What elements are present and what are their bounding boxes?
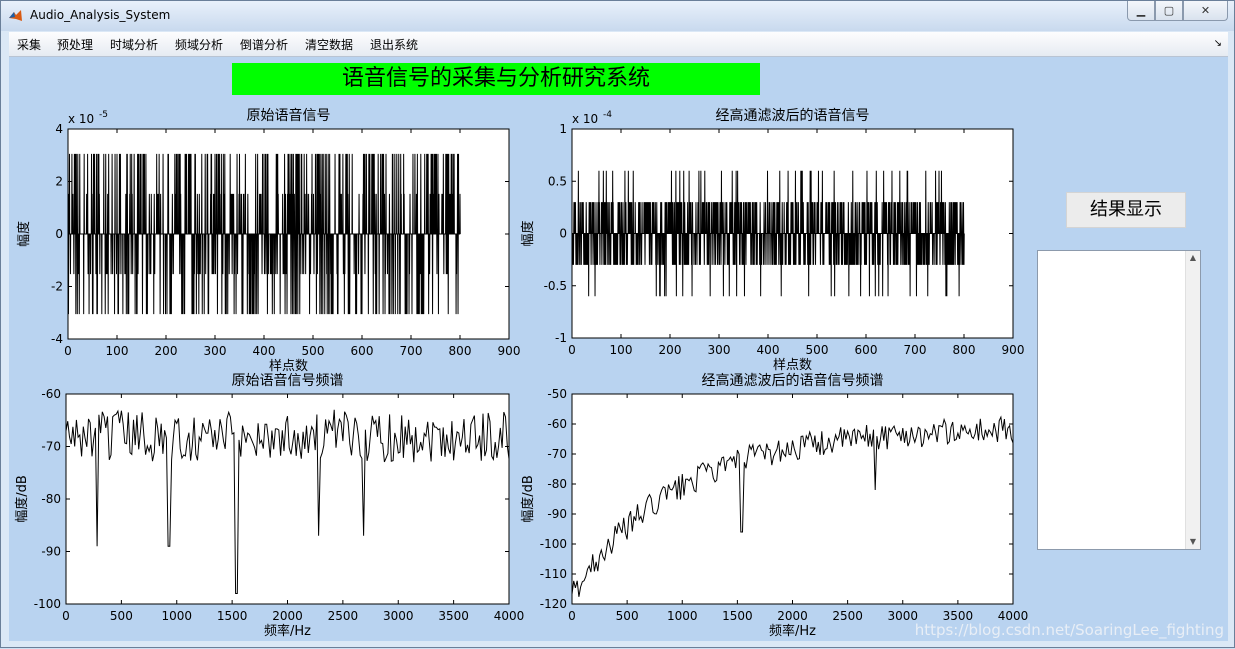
exponent-power-1: -4 bbox=[603, 110, 612, 120]
y-tick-label-1-0: -1 bbox=[555, 331, 567, 345]
chart-title-2: 原始语音信号频谱 bbox=[232, 372, 344, 389]
y-tick-label-0-4: 4 bbox=[55, 122, 63, 136]
plot-area-2 bbox=[65, 393, 510, 605]
x-tick-label-2-8: 4000 bbox=[494, 609, 525, 623]
y-axis-label-2: 幅度/dB bbox=[14, 475, 30, 523]
x-tick-label-2-0: 0 bbox=[62, 609, 70, 623]
x-tick-label-0-9: 900 bbox=[498, 344, 521, 358]
y-tick-label-3-7: -50 bbox=[547, 387, 567, 401]
x-tick-label-1-2: 200 bbox=[659, 343, 682, 357]
x-tick-label-0-7: 700 bbox=[400, 344, 423, 358]
y-tick-label-3-3: -90 bbox=[547, 507, 567, 521]
y-tick-label-3-5: -70 bbox=[547, 447, 567, 461]
chart-title-1: 经高通滤波后的语音信号 bbox=[716, 107, 870, 124]
x-tick-label-3-3: 1500 bbox=[722, 609, 753, 623]
y-tick-label-3-1: -110 bbox=[540, 567, 567, 581]
x-tick-label-2-1: 500 bbox=[110, 609, 133, 623]
x-tick-label-1-5: 500 bbox=[806, 343, 829, 357]
y-tick-label-1-4: 1 bbox=[559, 122, 567, 136]
exponent-power-0: -5 bbox=[99, 110, 108, 120]
y-tick-label-1-1: -0.5 bbox=[544, 279, 567, 293]
x-tick-label-0-6: 600 bbox=[351, 344, 374, 358]
y-tick-label-2-3: -70 bbox=[41, 440, 61, 454]
x-tick-label-0-8: 800 bbox=[449, 344, 472, 358]
x-tick-label-0-3: 300 bbox=[204, 344, 227, 358]
x-tick-label-2-7: 3500 bbox=[438, 609, 469, 623]
y-tick-label-1-2: 0 bbox=[559, 227, 567, 241]
y-axis-label-3: 幅度/dB bbox=[520, 475, 536, 523]
chart-title-0: 原始语音信号 bbox=[247, 107, 331, 124]
plots-canvas: 原始语音信号样点数幅度x 10 -50 100 200 300 400 500 600 700 8… bbox=[14, 107, 1028, 639]
exponent-label-0: x 10 bbox=[68, 112, 94, 126]
x-tick-label-1-9: 900 bbox=[1002, 343, 1025, 357]
chart-title-3: 经高通滤波后的语音信号频谱 bbox=[702, 372, 884, 389]
exponent-label-1: x 10 bbox=[572, 112, 598, 126]
x-tick-label-1-7: 700 bbox=[904, 343, 927, 357]
x-tick-label-2-2: 1000 bbox=[161, 609, 192, 623]
watermark: https://blog.csdn.net/SoaringLee_fightin… bbox=[914, 621, 1224, 639]
x-axis-label-3: 频率/Hz bbox=[769, 623, 816, 639]
x-tick-label-0-2: 200 bbox=[155, 344, 178, 358]
y-tick-label-3-2: -100 bbox=[540, 537, 567, 551]
y-tick-label-1-3: 0.5 bbox=[548, 174, 567, 188]
x-axis-label-2: 频率/Hz bbox=[264, 623, 311, 639]
y-tick-label-0-1: -2 bbox=[51, 280, 63, 294]
x-tick-label-2-4: 2000 bbox=[272, 609, 303, 623]
x-tick-label-1-1: 100 bbox=[610, 343, 633, 357]
x-tick-label-0-4: 400 bbox=[253, 344, 276, 358]
x-tick-label-3-1: 500 bbox=[616, 609, 639, 623]
y-tick-label-0-2: 0 bbox=[55, 227, 63, 241]
x-axis-label-1: 样点数 bbox=[773, 358, 812, 373]
y-tick-label-0-3: 2 bbox=[55, 175, 63, 189]
x-tick-label-1-8: 800 bbox=[953, 343, 976, 357]
x-tick-label-3-5: 2500 bbox=[832, 609, 863, 623]
y-tick-label-3-0: -120 bbox=[540, 597, 567, 611]
x-tick-label-3-0: 0 bbox=[568, 609, 576, 623]
app-window: Audio_Analysis_System ▁ ▢ ✕ 采集 预处理 时域分析 … bbox=[0, 0, 1235, 648]
plot-area-3 bbox=[571, 393, 1014, 605]
x-tick-label-2-5: 2500 bbox=[328, 609, 359, 623]
x-tick-label-0-1: 100 bbox=[106, 344, 129, 358]
x-tick-label-0-5: 500 bbox=[302, 344, 325, 358]
y-tick-label-2-2: -80 bbox=[41, 492, 61, 506]
x-tick-label-1-3: 300 bbox=[708, 343, 731, 357]
y-tick-label-2-0: -100 bbox=[34, 597, 61, 611]
y-axis-label-1: 幅度 bbox=[520, 220, 536, 246]
x-tick-label-1-4: 400 bbox=[757, 343, 780, 357]
x-axis-label-0: 样点数 bbox=[269, 359, 308, 374]
y-tick-label-2-4: -60 bbox=[41, 387, 61, 401]
x-tick-label-2-3: 1500 bbox=[217, 609, 248, 623]
y-tick-label-3-4: -80 bbox=[547, 477, 567, 491]
x-tick-label-3-2: 1000 bbox=[667, 609, 698, 623]
y-tick-label-3-6: -60 bbox=[547, 417, 567, 431]
x-tick-label-3-6: 3000 bbox=[887, 609, 918, 623]
x-tick-label-3-4: 2000 bbox=[777, 609, 808, 623]
y-axis-label-0: 幅度 bbox=[16, 221, 32, 247]
y-tick-label-2-1: -90 bbox=[41, 545, 61, 559]
x-tick-label-2-6: 3000 bbox=[383, 609, 414, 623]
x-tick-label-1-0: 0 bbox=[568, 343, 576, 357]
x-tick-label-1-6: 600 bbox=[855, 343, 878, 357]
y-tick-label-0-0: -4 bbox=[51, 332, 63, 346]
x-tick-label-0-0: 0 bbox=[64, 344, 72, 358]
